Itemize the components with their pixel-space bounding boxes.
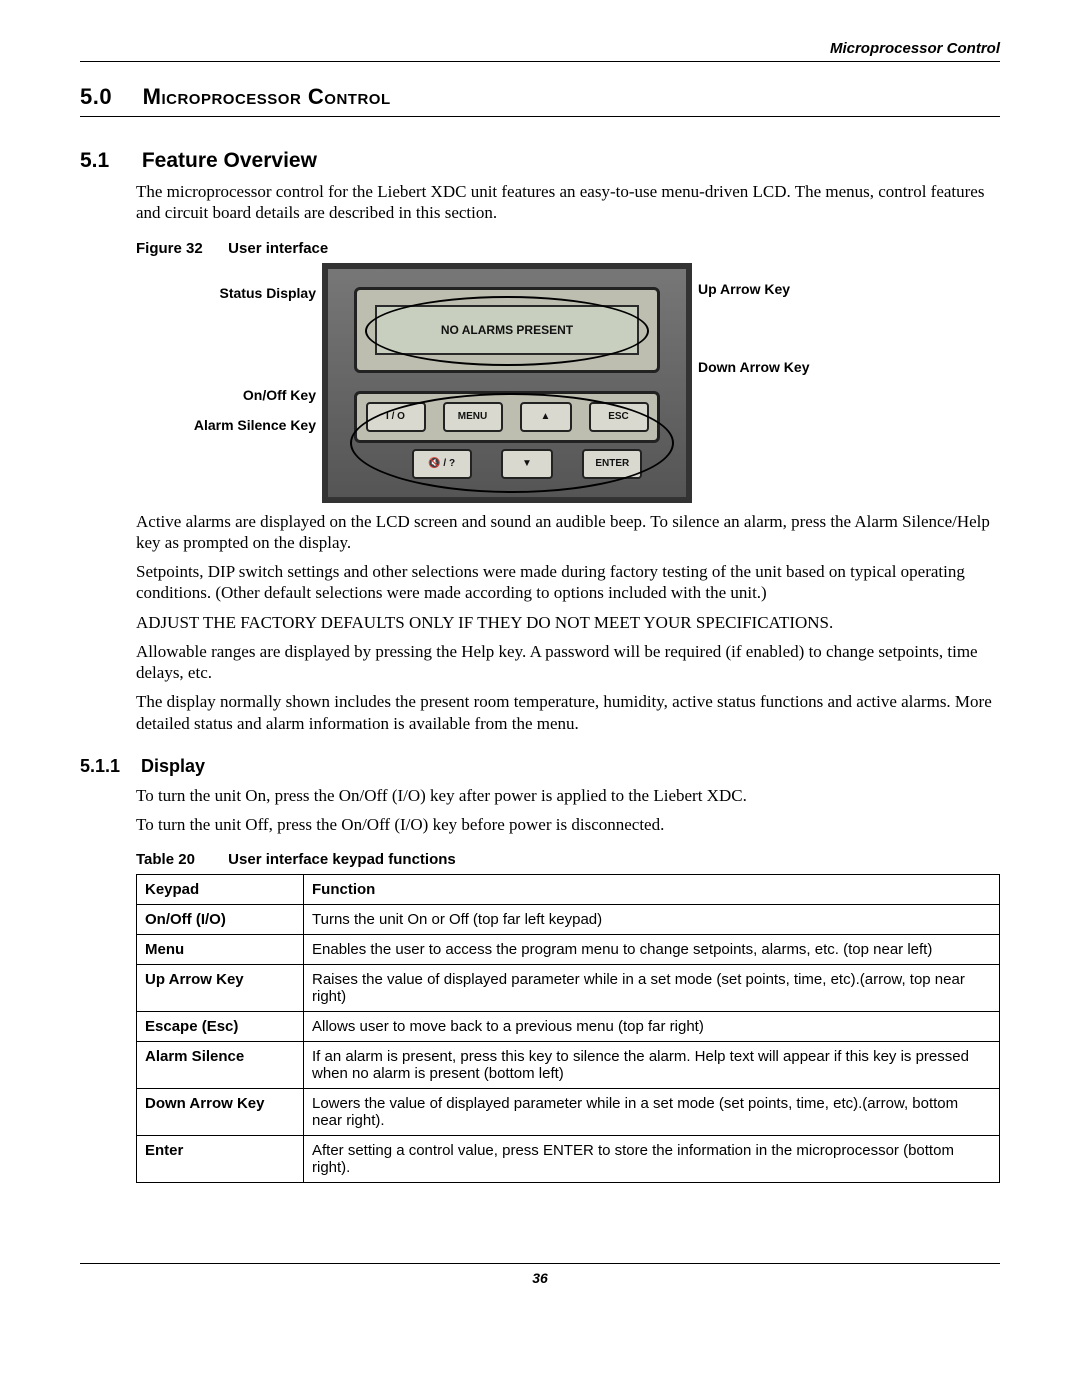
figure-right-labels: Up Arrow Key Down Arrow Key xyxy=(692,263,898,503)
label-alarm-silence-key: Alarm Silence Key xyxy=(194,417,316,433)
label-up-arrow-key: Up Arrow Key xyxy=(698,281,790,297)
table-row: On/Off (I/O) Turns the unit On or Off (t… xyxy=(137,905,1000,935)
display-block: To turn the unit On, press the On/Off (I… xyxy=(136,785,1000,1184)
cell-keypad: Alarm Silence xyxy=(137,1042,304,1089)
cell-keypad: On/Off (I/O) xyxy=(137,905,304,935)
subsection-number: 5.1 xyxy=(80,149,136,173)
cell-function: Turns the unit On or Off (top far left k… xyxy=(304,905,1000,935)
subsubsection-title: Display xyxy=(141,756,205,776)
keypad-table: Keypad Function On/Off (I/O) Turns the u… xyxy=(136,874,1000,1183)
device-panel: NO ALARMS PRESENT I / O MENU ▲ ESC 🔇 / ?… xyxy=(322,263,692,503)
figure: Status Display On/Off Key Alarm Silence … xyxy=(136,263,1000,503)
running-head: Microprocessor Control xyxy=(80,40,1000,57)
table-label: Table 20 xyxy=(136,851,224,868)
figure-caption: Figure 32 User interface xyxy=(136,240,1000,257)
callout-oval-lcd xyxy=(365,296,649,366)
label-status-display: Status Display xyxy=(220,285,316,301)
para-active-alarms: Active alarms are displayed on the LCD s… xyxy=(136,511,1000,554)
th-function: Function xyxy=(304,875,1000,905)
cell-function: If an alarm is present, press this key t… xyxy=(304,1042,1000,1089)
subsection-heading: 5.1 Feature Overview xyxy=(80,149,1000,173)
para-turn-on: To turn the unit On, press the On/Off (I… xyxy=(136,785,1000,806)
footer-rule xyxy=(80,1263,1000,1264)
callout-oval-keypad xyxy=(350,393,674,493)
section-rule xyxy=(80,116,1000,117)
body-block: The microprocessor control for the Liebe… xyxy=(136,181,1000,734)
cell-keypad: Enter xyxy=(137,1136,304,1183)
cell-function: Lowers the value of displayed parameter … xyxy=(304,1089,1000,1136)
cell-keypad: Menu xyxy=(137,935,304,965)
table-row: Menu Enables the user to access the prog… xyxy=(137,935,1000,965)
subsubsection-number: 5.1.1 xyxy=(80,756,136,777)
cell-function: Raises the value of displayed parameter … xyxy=(304,965,1000,1012)
figure-title: User interface xyxy=(228,240,328,257)
cell-keypad: Down Arrow Key xyxy=(137,1089,304,1136)
cell-function: Enables the user to access the program m… xyxy=(304,935,1000,965)
table-row: Up Arrow Key Raises the value of display… xyxy=(137,965,1000,1012)
page: Microprocessor Control 5.0 Microprocesso… xyxy=(0,0,1080,1326)
table-row: Down Arrow Key Lowers the value of displ… xyxy=(137,1089,1000,1136)
footer: 36 xyxy=(80,1263,1000,1286)
section-number: 5.0 xyxy=(80,84,136,110)
table-header-row: Keypad Function xyxy=(137,875,1000,905)
th-keypad: Keypad xyxy=(137,875,304,905)
section-heading: 5.0 Microprocessor Control xyxy=(80,84,1000,110)
label-down-arrow-key: Down Arrow Key xyxy=(698,359,810,375)
figure-label: Figure 32 xyxy=(136,240,224,257)
cell-keypad: Escape (Esc) xyxy=(137,1012,304,1042)
table-row: Enter After setting a control value, pre… xyxy=(137,1136,1000,1183)
cell-keypad: Up Arrow Key xyxy=(137,965,304,1012)
cell-function: Allows user to move back to a previous m… xyxy=(304,1012,1000,1042)
header-rule xyxy=(80,61,1000,62)
para-display-normal: The display normally shown includes the … xyxy=(136,691,1000,734)
table-row: Escape (Esc) Allows user to move back to… xyxy=(137,1012,1000,1042)
lcd-frame: NO ALARMS PRESENT xyxy=(354,287,660,373)
cell-function: After setting a control value, press ENT… xyxy=(304,1136,1000,1183)
table-title: User interface keypad functions xyxy=(228,851,456,868)
subsection-title: Feature Overview xyxy=(142,149,317,172)
para-turn-off: To turn the unit Off, press the On/Off (… xyxy=(136,814,1000,835)
section-title: Microprocessor Control xyxy=(143,84,391,109)
para-adjust-defaults: ADJUST THE FACTORY DEFAULTS ONLY IF THEY… xyxy=(136,612,1000,633)
intro-paragraph: The microprocessor control for the Liebe… xyxy=(136,181,1000,224)
subsubsection-heading: 5.1.1 Display xyxy=(80,756,1000,777)
table-row: Alarm Silence If an alarm is present, pr… xyxy=(137,1042,1000,1089)
para-setpoints: Setpoints, DIP switch settings and other… xyxy=(136,561,1000,604)
label-on-off-key: On/Off Key xyxy=(243,387,316,403)
figure-left-labels: Status Display On/Off Key Alarm Silence … xyxy=(136,263,322,503)
para-allowable-ranges: Allowable ranges are displayed by pressi… xyxy=(136,641,1000,684)
page-number: 36 xyxy=(80,1270,1000,1286)
table-caption: Table 20 User interface keypad functions xyxy=(136,851,1000,868)
